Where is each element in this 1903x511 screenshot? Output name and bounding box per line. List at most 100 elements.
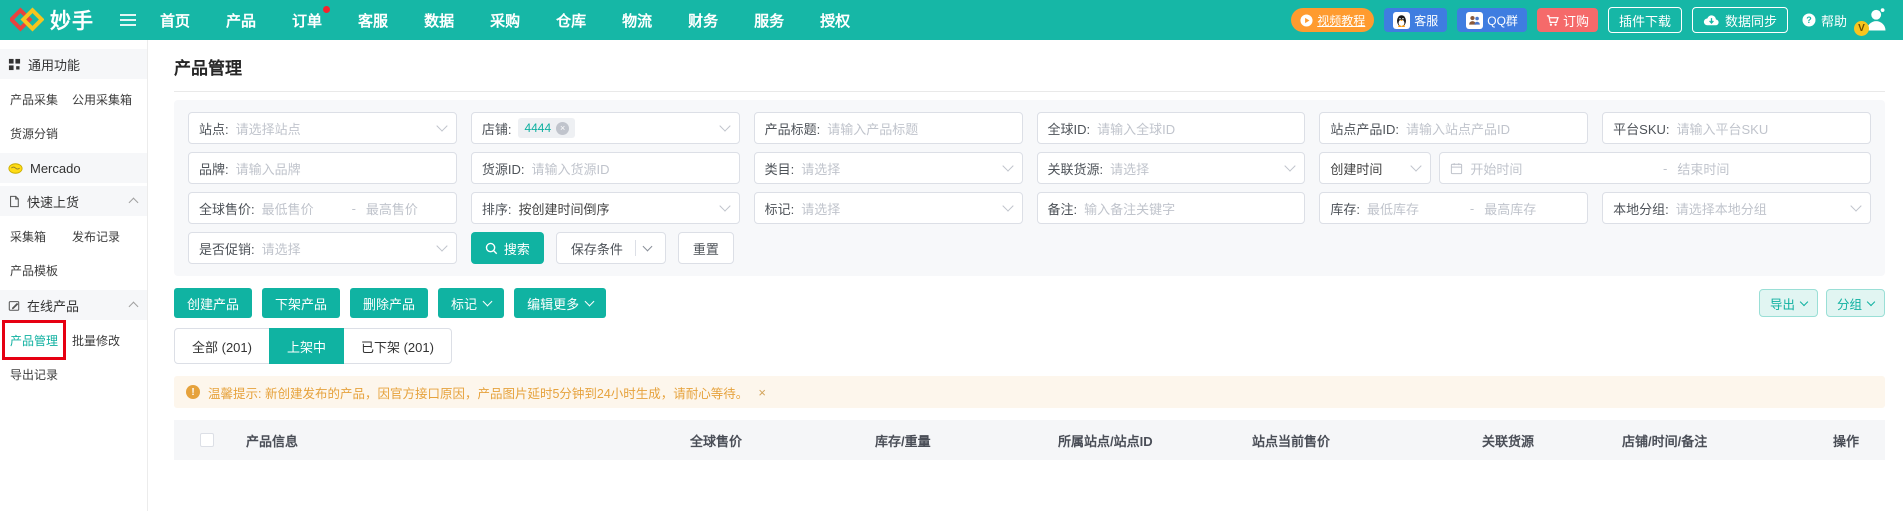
site-select[interactable]: 站点: 请选择站点 <box>188 112 457 144</box>
delete-product-button[interactable]: 删除产品 <box>350 288 428 318</box>
sidebar-item-public-collect-box[interactable]: 公用采集箱 <box>72 82 147 116</box>
sidebar-item-publish-record[interactable]: 发布记录 <box>72 219 147 253</box>
create-product-button[interactable]: 创建产品 <box>174 288 252 318</box>
global-price-range-input[interactable]: 全球售价: 最低售价 - 最高售价 <box>188 192 457 224</box>
date-range-picker[interactable]: 开始时间 - 结束时间 <box>1439 152 1871 184</box>
app-logo[interactable]: 妙手 <box>10 5 94 35</box>
column-site-price: 站点当前售价 <box>1252 431 1482 450</box>
delist-product-button[interactable]: 下架产品 <box>262 288 340 318</box>
chevron-down-icon <box>1002 160 1013 171</box>
nav-item-home[interactable]: 首页 <box>160 10 190 31</box>
page-title: 产品管理 <box>174 40 1885 92</box>
sidebar-item-product-template[interactable]: 产品模板 <box>10 253 72 287</box>
notice-close-icon[interactable]: × <box>758 385 766 400</box>
cloud-sync-icon <box>1703 14 1720 27</box>
sidebar-section-quick-listing[interactable]: 快速上货 <box>0 186 147 216</box>
calendar-icon <box>1450 162 1463 175</box>
top-navbar: 妙手 首页 产品 订单 客服 数据 采购 仓库 物流 财务 服务 授权 视频教程 <box>0 0 1903 40</box>
help-button[interactable]: ? 帮助 <box>1802 11 1847 30</box>
svg-text:?: ? <box>1806 15 1812 25</box>
grid-icon <box>8 58 21 71</box>
column-site-id: 所属站点/站点ID <box>1058 431 1252 450</box>
action-toolbar: 创建产品 下架产品 删除产品 标记 编辑更多 导出 分组 <box>174 288 1885 318</box>
tag-close-icon[interactable]: × <box>556 122 569 135</box>
chevron-down-icon <box>483 297 493 307</box>
warning-notice: ! 温馨提示: 新创建发布的产品，因官方接口原因，产品图片延时5分钟到24小时生… <box>174 376 1885 408</box>
tab-on-shelf[interactable]: 上架中 <box>269 328 344 364</box>
remark-input[interactable]: 备注: 输入备注关键字 <box>1037 192 1306 224</box>
chevron-down-icon <box>1411 160 1422 171</box>
edit-icon <box>8 299 20 312</box>
tab-all[interactable]: 全部 (201) <box>174 328 270 364</box>
mark-dropdown-button[interactable]: 标记 <box>438 288 504 318</box>
subscribe-button[interactable]: 订购 <box>1537 8 1598 32</box>
nav-item-service[interactable]: 服务 <box>754 10 784 31</box>
group-dropdown-button[interactable]: 分组 <box>1826 289 1885 317</box>
nav-item-order[interactable]: 订单 <box>292 10 322 31</box>
save-condition-button[interactable]: 保存条件 <box>556 232 666 264</box>
shop-select[interactable]: 店铺: 4444 × <box>471 112 740 144</box>
nav-item-finance[interactable]: 财务 <box>688 10 718 31</box>
edit-more-dropdown-button[interactable]: 编辑更多 <box>514 288 606 318</box>
related-source-select[interactable]: 关联货源: 请选择 <box>1037 152 1306 184</box>
nav-item-purchase[interactable]: 采购 <box>490 10 520 31</box>
sidebar-item-product-collect[interactable]: 产品采集 <box>10 82 72 116</box>
shop-tag: 4444 × <box>518 118 575 138</box>
column-shop-time-remark: 店铺/时间/备注 <box>1622 431 1828 450</box>
plugin-download-button[interactable]: 插件下载 <box>1608 7 1682 33</box>
stock-range-input[interactable]: 库存: 最低库存 - 最高库存 <box>1319 192 1588 224</box>
export-dropdown-button[interactable]: 导出 <box>1759 289 1818 317</box>
chevron-down-icon <box>1002 200 1013 211</box>
sidebar-item-collect-box[interactable]: 采集箱 <box>10 219 72 253</box>
video-tutorial-button[interactable]: 视频教程 <box>1291 8 1374 32</box>
source-id-input[interactable]: 货源ID: 请输入货源ID <box>471 152 740 184</box>
qq-group-button[interactable]: QQ群 <box>1457 8 1527 32</box>
search-icon <box>485 242 498 255</box>
chevron-down-icon <box>719 200 730 211</box>
global-id-input[interactable]: 全球ID: 请输入全球ID <box>1037 112 1306 144</box>
nav-item-warehouse[interactable]: 仓库 <box>556 10 586 31</box>
mark-select[interactable]: 标记: 请选择 <box>754 192 1023 224</box>
nav-item-authorize[interactable]: 授权 <box>820 10 850 31</box>
local-group-select[interactable]: 本地分组: 请选择本地分组 <box>1602 192 1871 224</box>
select-all-checkbox[interactable] <box>200 433 214 447</box>
user-avatar[interactable]: V <box>1861 6 1889 34</box>
chevron-down-icon <box>719 120 730 131</box>
search-button[interactable]: 搜索 <box>471 232 544 264</box>
chevron-down-icon <box>1285 160 1296 171</box>
platform-sku-input[interactable]: 平台SKU: 请输入平台SKU <box>1602 112 1871 144</box>
logo-diamonds-icon <box>10 7 44 33</box>
main-content: 产品管理 站点: 请选择站点 店铺: 4444 × <box>148 40 1903 511</box>
create-time-type-select[interactable]: 创建时间 <box>1319 152 1431 184</box>
sidebar-item-export-record[interactable]: 导出记录 <box>10 357 72 391</box>
reset-button[interactable]: 重置 <box>678 232 734 264</box>
column-operation: 操作 <box>1828 431 1885 450</box>
column-stock-weight: 库存/重量 <box>875 431 1058 450</box>
sidebar-item-source-distribution[interactable]: 货源分销 <box>10 116 72 150</box>
nav-item-product[interactable]: 产品 <box>226 10 256 31</box>
status-tabs: 全部 (201) 上架中 已下架 (201) <box>174 328 452 364</box>
brand-input[interactable]: 品牌: 请输入品牌 <box>188 152 457 184</box>
data-sync-button[interactable]: 数据同步 <box>1692 7 1788 33</box>
nav-item-data[interactable]: 数据 <box>424 10 454 31</box>
hamburger-menu-icon[interactable] <box>120 14 136 26</box>
category-select[interactable]: 类目: 请选择 <box>754 152 1023 184</box>
sidebar-item-batch-edit[interactable]: 批量修改 <box>72 323 147 357</box>
notice-text: 温馨提示: 新创建发布的产品，因官方接口原因，产品图片延时5分钟到24小时生成，… <box>208 383 748 402</box>
sidebar-section-general[interactable]: 通用功能 <box>0 49 147 79</box>
promotion-select[interactable]: 是否促销: 请选择 <box>188 232 457 264</box>
product-title-input[interactable]: 产品标题: 请输入产品标题 <box>754 112 1023 144</box>
nav-item-customer-service[interactable]: 客服 <box>358 10 388 31</box>
qq-customer-service-button[interactable]: 客服 <box>1384 8 1447 32</box>
sidebar-section-mercado[interactable]: Mercado <box>0 153 147 183</box>
sidebar-item-product-manage[interactable]: 产品管理 <box>10 323 72 357</box>
sidebar-section-online-product[interactable]: 在线产品 <box>0 290 147 320</box>
collapse-chevron-icon <box>129 302 139 312</box>
tab-off-shelf[interactable]: 已下架 (201) <box>343 328 452 364</box>
order-badge-dot <box>323 6 330 13</box>
qq-penguin-icon <box>1393 12 1410 29</box>
site-product-id-input[interactable]: 站点产品ID: 请输入站点产品ID <box>1319 112 1588 144</box>
mercado-icon <box>8 163 23 174</box>
nav-item-logistics[interactable]: 物流 <box>622 10 652 31</box>
sort-select[interactable]: 排序: 按创建时间倒序 <box>471 192 740 224</box>
